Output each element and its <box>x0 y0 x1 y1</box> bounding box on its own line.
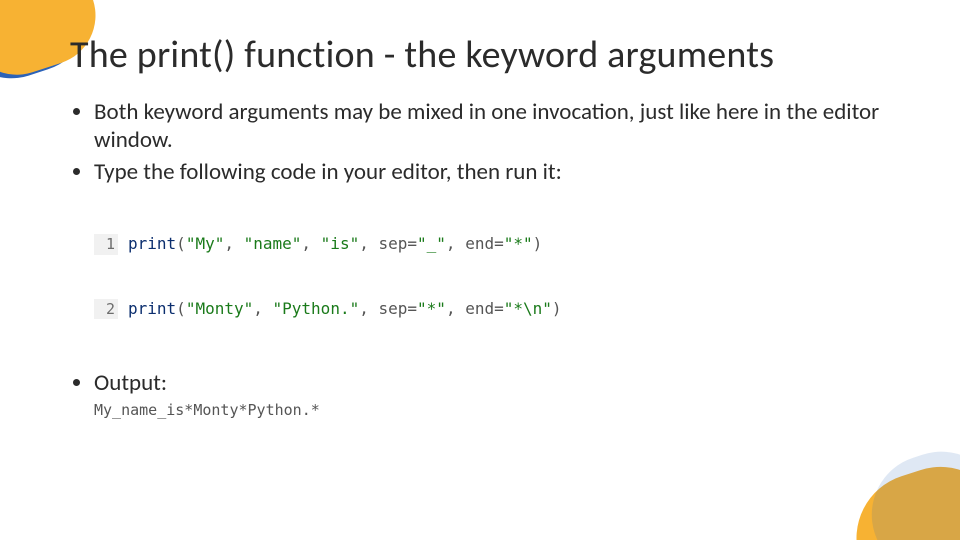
bullet-item: Type the following code in your editor, … <box>94 158 900 186</box>
slide-title: The print() function - the keyword argum… <box>70 32 900 78</box>
code-line: 2 print("Monty", "Python.", sep="*", end… <box>94 298 900 320</box>
code-text: print("My", "name", "is", sep="_", end="… <box>128 233 542 255</box>
output-block: My_name_is*Monty*Python.* <box>94 401 900 419</box>
bullet-item: Output: <box>94 369 900 397</box>
code-line: 1 print("My", "name", "is", sep="_", end… <box>94 233 900 255</box>
bullet-list: Output: <box>70 369 900 397</box>
line-number: 2 <box>94 299 118 319</box>
code-block: 1 print("My", "name", "is", sep="_", end… <box>94 190 900 363</box>
code-text: print("Monty", "Python.", sep="*", end="… <box>128 298 562 320</box>
bullet-list: Both keyword arguments may be mixed in o… <box>70 98 900 186</box>
line-number: 1 <box>94 234 118 254</box>
corner-decoration-bottom-right <box>840 450 960 540</box>
bullet-item: Both keyword arguments may be mixed in o… <box>94 98 900 154</box>
